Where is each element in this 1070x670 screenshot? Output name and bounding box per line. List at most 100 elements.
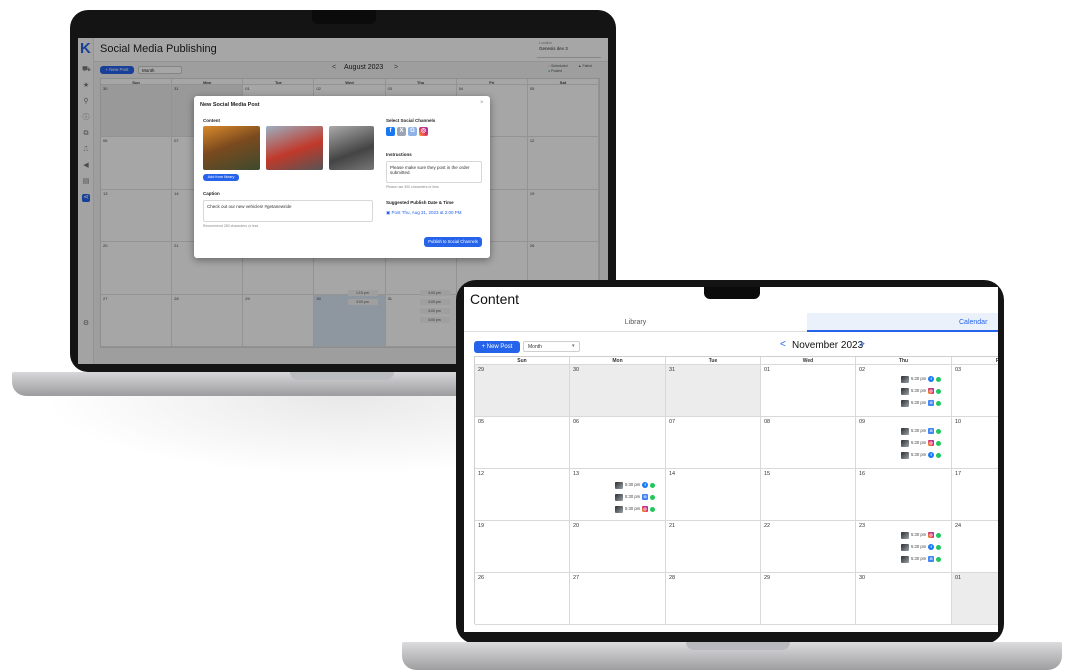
posted-check-icon [936, 376, 942, 382]
google-business-icon: G [642, 494, 649, 500]
scheduled-post[interactable]: 5:30 pm ◎ [901, 439, 942, 447]
day-number: 23 [859, 523, 866, 529]
post-time: 5:30 pm [911, 440, 927, 445]
post-thumbnail [901, 555, 909, 563]
publish-button[interactable]: Publish to Social Channels [424, 237, 482, 247]
content-image-autumn-car[interactable] [203, 126, 260, 170]
day-cell[interactable]: 01 [761, 365, 856, 417]
page-title: Content [470, 291, 520, 307]
post-thumbnail [901, 387, 909, 395]
post-thumbnail [615, 493, 623, 501]
next-month-button[interactable]: > [859, 339, 865, 350]
day-number: 17 [955, 471, 962, 477]
scheduled-post[interactable]: 5:30 pm f [901, 375, 942, 383]
instructions-input[interactable]: Please make sure they post in the order … [386, 161, 482, 183]
day-cell[interactable]: 06 [570, 417, 666, 469]
posted-check-icon [936, 532, 942, 538]
day-number: 19 [478, 523, 485, 529]
new-post-button[interactable]: + New Post [474, 341, 520, 353]
day-cell[interactable]: 30 [570, 365, 666, 417]
scheduled-post[interactable]: 5:30 pm ◎ [901, 531, 942, 539]
caption-input[interactable]: Check out our new vehicles! #getanewride [203, 200, 373, 222]
day-number: 29 [478, 367, 485, 373]
day-number: 01 [764, 367, 771, 373]
scheduled-post[interactable]: 5:30 pm G [901, 555, 942, 563]
day-cell[interactable]: 31 [666, 365, 761, 417]
instagram-icon: ◎ [928, 388, 935, 394]
post-time: 5:30 pm [911, 532, 927, 537]
instructions-label: Instructions [386, 152, 412, 157]
day-cell[interactable]: 21 [666, 521, 761, 573]
content-image-red-suv[interactable] [266, 126, 323, 170]
facebook-icon[interactable]: f [386, 127, 395, 136]
post-time: 5:30 pm [625, 506, 641, 511]
weekday-header: Fri [952, 357, 998, 365]
suggested-datetime-link[interactable]: ▣ Post Thu, Aug 31, 2023 at 2:00 PM [386, 210, 461, 216]
day-cell[interactable]: 30 [856, 573, 952, 625]
day-cell[interactable]: 09 5:30 pm G 5:30 pm ◎ 5:30 pm f [856, 417, 952, 469]
day-cell[interactable]: 29 [475, 365, 570, 417]
close-icon[interactable]: × [480, 100, 484, 106]
tab-calendar[interactable]: Calendar [807, 313, 998, 332]
weekday-header: Wed [761, 357, 856, 365]
instructions-text: Please make sure they post in the order … [390, 165, 470, 175]
day-number: 20 [573, 523, 580, 529]
scheduled-post[interactable]: 5:30 pm f [901, 543, 942, 551]
prev-month-button[interactable]: < [780, 339, 786, 350]
x-icon[interactable]: X [397, 127, 406, 136]
scheduled-post[interactable]: 5:30 pm ◎ [901, 387, 942, 395]
day-cell[interactable]: 07 [666, 417, 761, 469]
post-time: 5:30 pm [911, 376, 927, 381]
instagram-icon[interactable]: ◎ [419, 127, 428, 136]
day-cell[interactable]: 02 5:30 pm f 5:30 pm ◎ 5:30 pm G [856, 365, 952, 417]
day-cell[interactable]: 14 [666, 469, 761, 521]
scheduled-post[interactable]: 5:30 pm G [615, 493, 656, 501]
post-thumbnail [901, 427, 909, 435]
posted-check-icon [936, 544, 942, 550]
day-cell[interactable]: 24 [952, 521, 998, 573]
add-from-library-button[interactable]: Add from library [203, 174, 239, 181]
day-number: 31 [669, 367, 676, 373]
scheduled-post[interactable]: 5:30 pm f [901, 451, 942, 459]
day-number: 01 [955, 575, 962, 581]
day-cell[interactable]: 15 [761, 469, 856, 521]
day-cell[interactable]: 22 [761, 521, 856, 573]
facebook-icon: f [928, 544, 935, 550]
day-cell[interactable]: 01 [952, 573, 998, 625]
day-cell[interactable]: 29 [761, 573, 856, 625]
day-cell[interactable]: 08 [761, 417, 856, 469]
day-cell[interactable]: 13 5:30 pm f 5:30 pm G 5:30 pm ◎ [570, 469, 666, 521]
instructions-hint: Please use 300 characters or less [386, 185, 439, 189]
post-time: 5:30 pm [911, 400, 927, 405]
day-cell[interactable]: 23 5:30 pm ◎ 5:30 pm f 5:30 pm G [856, 521, 952, 573]
day-cell[interactable]: 16 [856, 469, 952, 521]
scheduled-post[interactable]: 5:30 pm G [901, 427, 942, 435]
google-business-icon[interactable]: G [408, 127, 417, 136]
scheduled-post[interactable]: 5:30 pm G [901, 399, 942, 407]
day-cell[interactable]: 12 [475, 469, 570, 521]
day-cell[interactable]: 28 [666, 573, 761, 625]
post-time: 5:30 pm [911, 428, 927, 433]
weekday-header: Sun [475, 357, 570, 365]
content-image-grey-car[interactable] [329, 126, 374, 170]
post-thumbnail [615, 481, 623, 489]
modal-title: New Social Media Post [200, 102, 260, 108]
day-cell[interactable]: 05 [475, 417, 570, 469]
day-cell[interactable]: 10 [952, 417, 998, 469]
post-time: 5:30 pm [911, 544, 927, 549]
day-cell[interactable]: 03 [952, 365, 998, 417]
day-cell[interactable]: 27 [570, 573, 666, 625]
post-time: 5:30 pm [911, 388, 927, 393]
tab-library[interactable]: Library [464, 313, 807, 332]
day-number: 28 [669, 575, 676, 581]
day-cell[interactable]: 26 [475, 573, 570, 625]
instagram-icon: ◎ [642, 506, 649, 512]
day-number: 26 [478, 575, 485, 581]
day-cell[interactable]: 19 [475, 521, 570, 573]
weekday-header: Thu [856, 357, 952, 365]
day-cell[interactable]: 17 [952, 469, 998, 521]
scheduled-post[interactable]: 5:30 pm ◎ [615, 505, 656, 513]
scheduled-post[interactable]: 5:30 pm f [615, 481, 656, 489]
day-number: 03 [955, 367, 962, 373]
day-cell[interactable]: 20 [570, 521, 666, 573]
